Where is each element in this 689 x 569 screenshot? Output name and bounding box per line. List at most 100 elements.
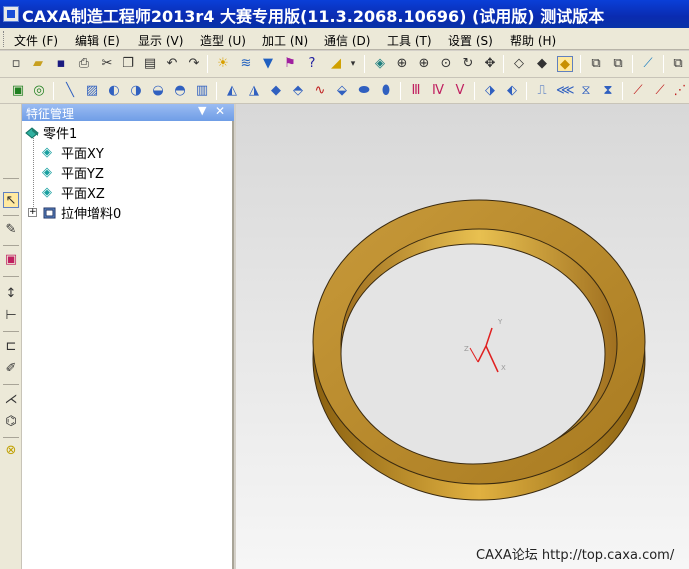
export-icon[interactable]: ⋘	[556, 83, 575, 99]
part-label: 零件1	[43, 127, 78, 142]
wireframe-icon[interactable]: ◇	[511, 56, 527, 72]
zoom-window-icon[interactable]: ⊕	[394, 56, 410, 72]
split-icon[interactable]: ⬬	[356, 83, 372, 99]
layer-icon[interactable]: ◢	[328, 56, 344, 72]
trim-icon[interactable]: ⬮	[378, 83, 394, 99]
menu-bar: 文件 (F) 编辑 (E) 显示 (V) 造型 (U) 加工 (N) 通信 (D…	[0, 28, 689, 50]
clear-icon[interactable]: ⟋	[630, 83, 646, 99]
hidden-line-icon[interactable]: ◆	[534, 56, 550, 72]
open-file-icon[interactable]: ▰	[30, 56, 46, 72]
menu-view[interactable]: 显示 (V)	[138, 32, 183, 49]
new-view-icon[interactable]: ⧉	[670, 56, 686, 72]
transform-icon[interactable]: ⊏	[3, 339, 19, 355]
menu-communication[interactable]: 通信 (D)	[324, 32, 370, 49]
extend-icon[interactable]: ⟋	[652, 83, 668, 99]
sketch-toolbar: ↖ ✎ ▣ ↕ ⊢ ⊏ ✐ ⋌ ⌬ ⊗	[0, 104, 22, 569]
fillet-icon[interactable]: ◓	[172, 83, 188, 99]
curve-icon[interactable]: ≋	[238, 56, 254, 72]
sketch-icon[interactable]: ✎	[3, 222, 19, 238]
blend-icon[interactable]: ◒	[150, 83, 166, 99]
save-icon[interactable]: ▪	[53, 56, 69, 72]
feature-tree-header: 特征管理 ▼ ✕	[22, 104, 234, 121]
svg-text:Z: Z	[464, 345, 469, 353]
menu-help[interactable]: 帮助 (H)	[510, 32, 556, 49]
menu-file[interactable]: 文件 (F)	[14, 32, 58, 49]
undo-icon[interactable]: ↶	[164, 56, 180, 72]
paste-view-icon[interactable]: ⧉	[610, 56, 626, 72]
menu-machining[interactable]: 加工 (N)	[262, 32, 308, 49]
zoom-in-icon[interactable]: ⊕	[416, 56, 432, 72]
copy-view-icon[interactable]: ⧉	[588, 56, 604, 72]
light-icon[interactable]: ☀	[215, 56, 231, 72]
redo-icon[interactable]: ↷	[186, 56, 202, 72]
tolerance-icon[interactable]: ⧗	[600, 83, 616, 99]
pan-icon[interactable]: ✥	[482, 56, 498, 72]
view-icon[interactable]: ⊗	[3, 443, 19, 459]
select-arrow-icon[interactable]: ↖	[3, 192, 19, 208]
scale-icon[interactable]: ⬗	[482, 83, 498, 99]
shell-icon[interactable]: ▥	[194, 83, 210, 99]
revolve-icon[interactable]: ▨	[84, 83, 100, 99]
menu-tools[interactable]: 工具 (T)	[387, 32, 432, 49]
panel-close-icon[interactable]: ✕	[215, 104, 225, 118]
help-icon[interactable]: ?	[304, 56, 320, 72]
plane-icon: ◈	[42, 184, 52, 200]
app-icon[interactable]	[3, 6, 19, 22]
paste-icon[interactable]: ▤	[142, 56, 158, 72]
project-icon[interactable]: ⋌	[3, 392, 19, 408]
offset-icon[interactable]: Ⅲ	[408, 83, 424, 99]
panel-menu-icon[interactable]: ▼	[198, 104, 206, 117]
rotate-icon[interactable]: ↻	[460, 56, 476, 72]
plane-icon: ◈	[42, 164, 52, 180]
render-icon[interactable]: ◈	[372, 56, 388, 72]
plane-label: 平面XZ	[61, 187, 105, 202]
layer-dropdown-icon[interactable]: ▾	[345, 56, 361, 72]
surface-icon[interactable]: ╲	[62, 83, 78, 99]
tree-node-plane[interactable]: ◈ 平面XZ	[42, 183, 105, 202]
plane-label: 平面XY	[61, 147, 104, 162]
shaded-icon[interactable]: ◆	[557, 56, 573, 72]
menu-grip[interactable]	[3, 31, 6, 47]
tree-node-part[interactable]: 零件1	[24, 123, 78, 142]
line-icon[interactable]: ◎	[31, 83, 47, 99]
mirror-icon[interactable]: ⬘	[290, 83, 306, 99]
copy-icon[interactable]: ❐	[120, 56, 136, 72]
sweep-icon[interactable]: ◐	[106, 83, 122, 99]
array-icon[interactable]: ∿	[312, 83, 328, 99]
more-tools-icon[interactable]: ⋰	[672, 83, 688, 99]
menu-settings[interactable]: 设置 (S)	[448, 32, 493, 49]
section-icon[interactable]: ⌬	[3, 414, 19, 430]
check-icon[interactable]: ⧖	[578, 83, 594, 99]
menu-modeling[interactable]: 造型 (U)	[200, 32, 246, 49]
trim-sketch-icon[interactable]: ✐	[3, 361, 19, 377]
tree-node-feature[interactable]: 拉伸增料0	[42, 203, 121, 222]
print-icon[interactable]: ⎙	[76, 56, 92, 72]
tree-node-plane[interactable]: ◈ 平面XY	[42, 143, 104, 162]
cut-icon[interactable]: ✂	[99, 56, 115, 72]
loft-icon[interactable]: ◑	[128, 83, 144, 99]
title-bar: CAXA制造工程师2013r4 大赛专用版(11.3.2068.10696) (…	[0, 0, 689, 28]
dimension-icon[interactable]: ↕	[3, 286, 19, 302]
draft-icon[interactable]: ◭	[224, 83, 240, 99]
pattern-icon[interactable]: Ⅴ	[452, 83, 468, 99]
extrude-tool-icon[interactable]: ⟋	[640, 56, 656, 72]
new-file-icon[interactable]: ▫	[8, 56, 24, 72]
measure-icon[interactable]: ⬖	[504, 83, 520, 99]
expand-toggle[interactable]: +	[28, 208, 37, 217]
zoom-dynamic-icon[interactable]: ⊙	[438, 56, 454, 72]
menu-edit[interactable]: 编辑 (E)	[75, 32, 120, 49]
constraint-icon[interactable]: ⊢	[3, 308, 19, 324]
point-icon[interactable]: ▣	[10, 83, 26, 99]
tree-node-plane[interactable]: ◈ 平面YZ	[42, 163, 104, 182]
ring-model[interactable]: Y X Z	[236, 104, 689, 569]
boolean-icon[interactable]: ⬙	[334, 83, 350, 99]
import-icon[interactable]: ⎍	[534, 83, 550, 99]
filter-icon[interactable]: ▼	[260, 56, 276, 72]
rib-icon[interactable]: ◆	[268, 83, 284, 99]
color-icon[interactable]: ▣	[3, 252, 19, 268]
feature-tree-panel: 特征管理 ▼ ✕ 零件1 ◈ 平面XY ◈ 平面YZ ◈ 平面XZ + 拉伸增料0	[22, 104, 234, 569]
hole-icon[interactable]: ◮	[246, 83, 262, 99]
chamfer-icon[interactable]: Ⅳ	[430, 83, 446, 99]
3d-viewport[interactable]: Y X Z CAXA论坛 http://top.caxa.com/	[236, 104, 689, 569]
query-icon[interactable]: ⚑	[282, 56, 298, 72]
